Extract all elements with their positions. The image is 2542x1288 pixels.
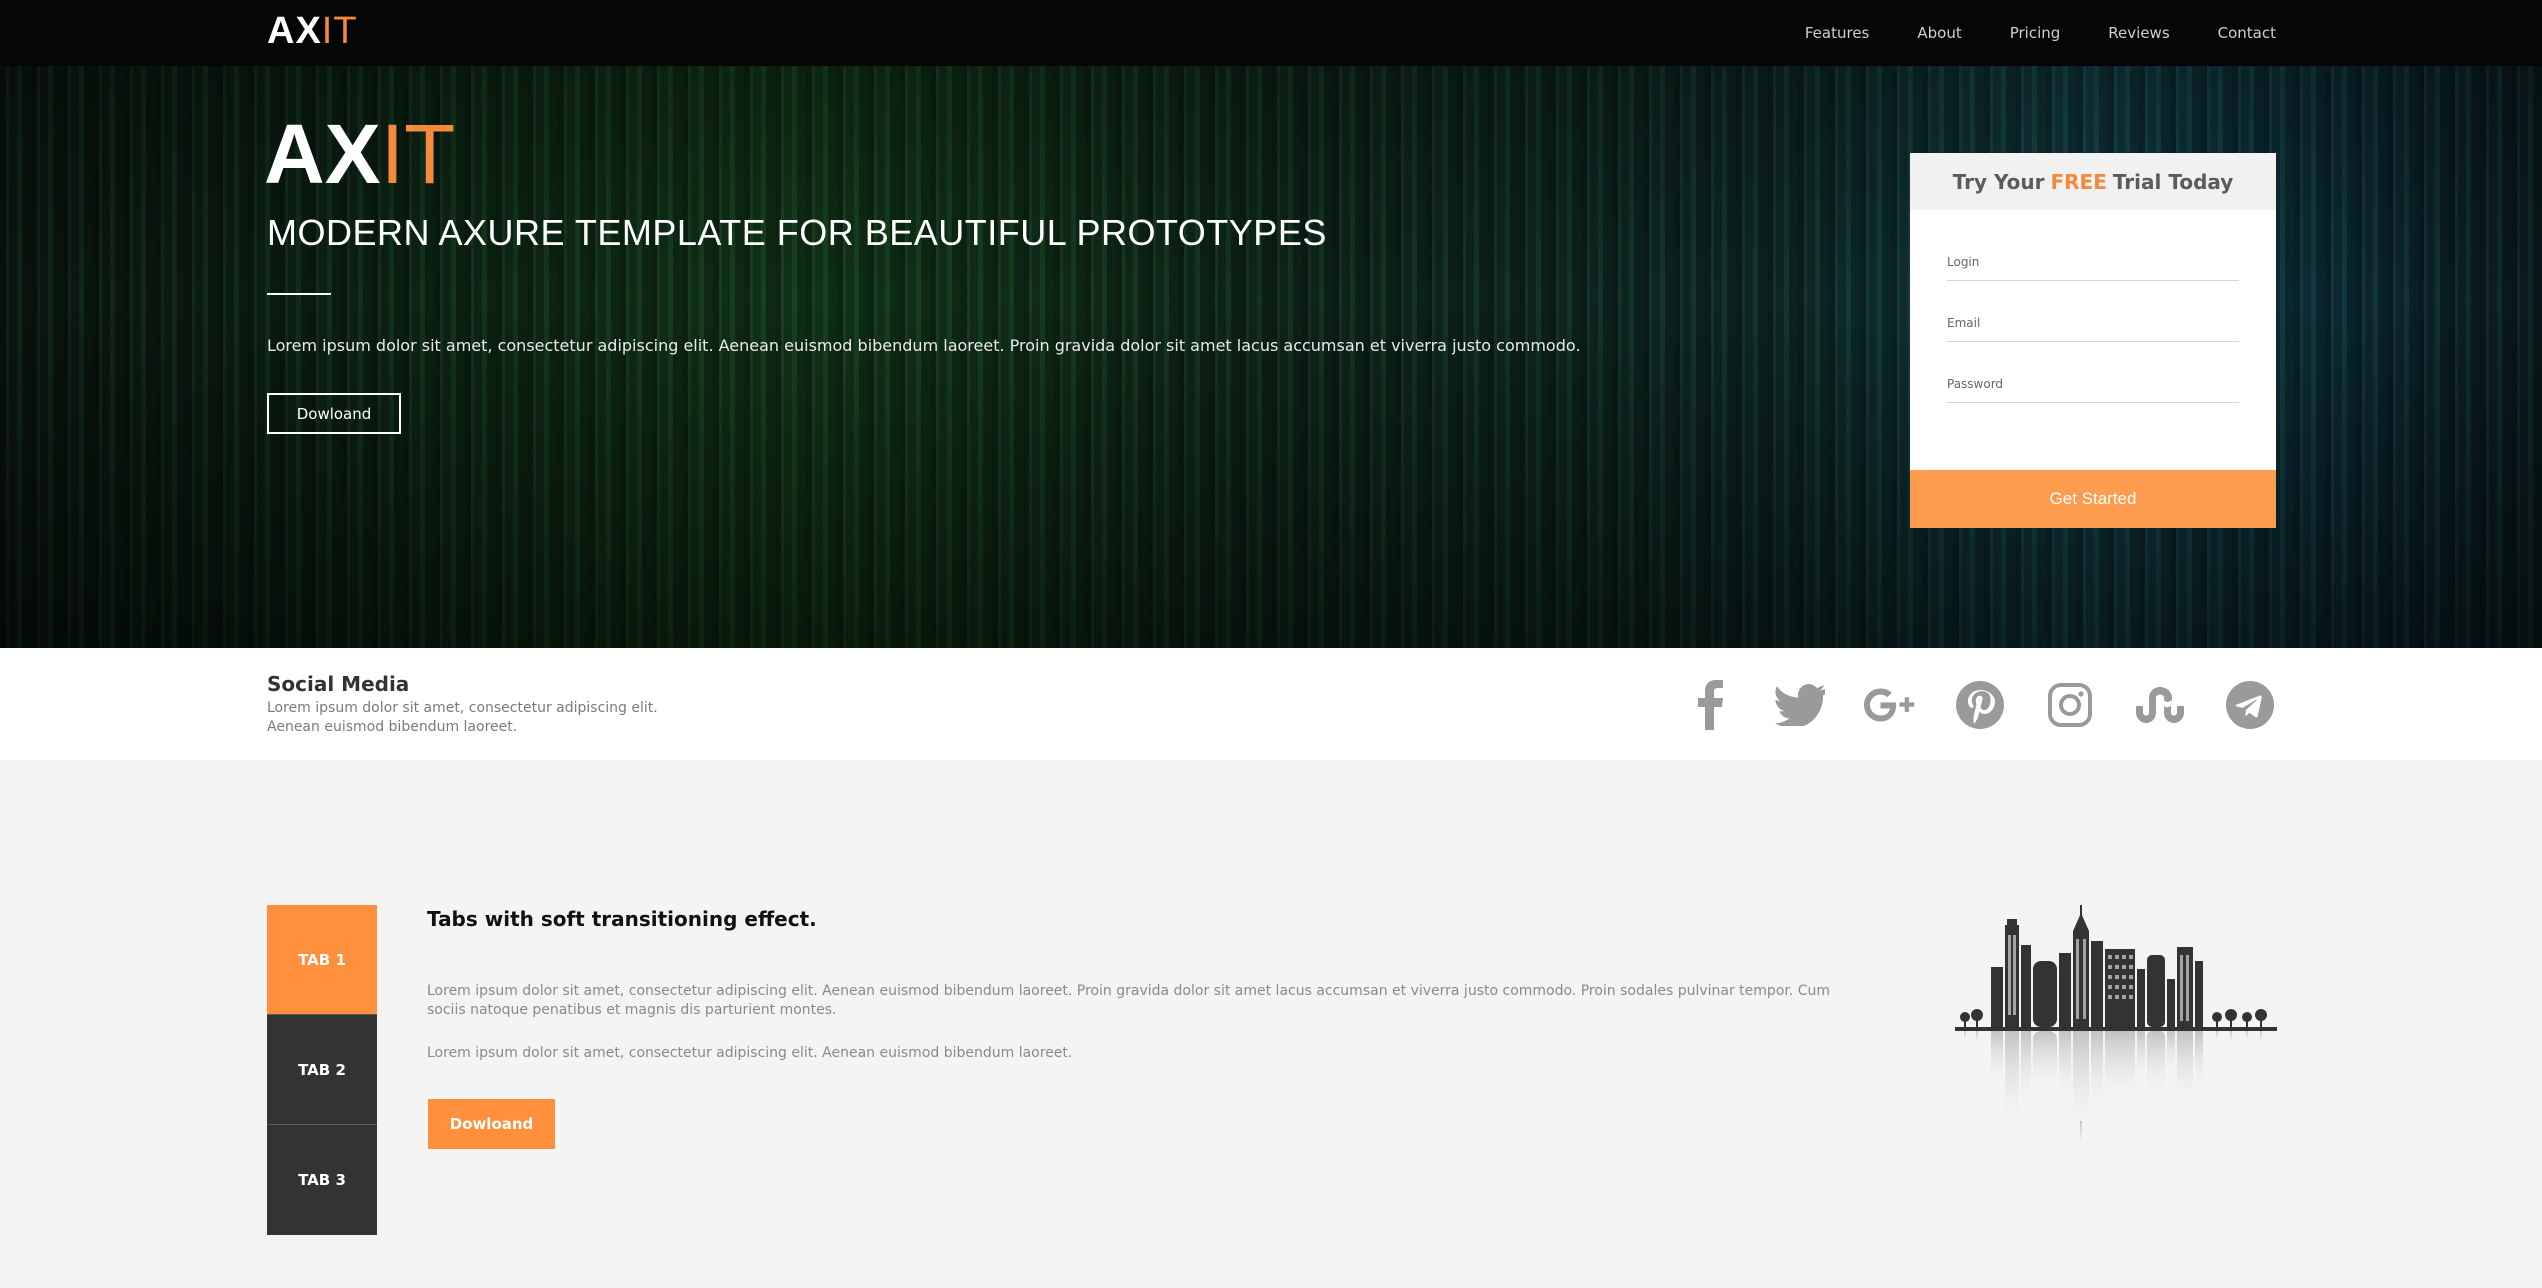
stumbleupon-icon[interactable] xyxy=(2134,679,2186,731)
email-input[interactable] xyxy=(1947,304,2239,341)
trial-heading-post: Trial Today xyxy=(2112,169,2234,194)
hero-text: Lorem ipsum dolor sit amet, consectetur … xyxy=(267,336,1581,355)
tab-content-paragraph-2: Lorem ipsum dolor sit amet, consectetur … xyxy=(427,1045,1073,1061)
hero-logo-it: IT xyxy=(380,107,456,201)
password-input[interactable] xyxy=(1947,365,2239,402)
tabs-list: TAB 1 TAB 2 TAB 3 xyxy=(267,905,377,1237)
hero-title: MODERN AXURE TEMPLATE FOR BEAUTIFUL PROT… xyxy=(267,212,1327,253)
tab-1[interactable]: TAB 1 xyxy=(267,905,377,1015)
social-media-section: Social Media Lorem ipsum dolor sit amet,… xyxy=(0,648,2542,760)
social-icons xyxy=(1684,679,2276,731)
google-plus-icon[interactable] xyxy=(1864,679,1916,731)
trial-heading: Try Your FREE Trial Today xyxy=(1910,153,2276,210)
nav-link-about[interactable]: About xyxy=(1917,24,1961,42)
get-started-button[interactable]: Get Started xyxy=(1910,470,2276,528)
top-navbar: AXIT Features About Pricing Reviews Cont… xyxy=(0,0,2542,66)
tab-2[interactable]: TAB 2 xyxy=(267,1015,377,1125)
tab-3[interactable]: TAB 3 xyxy=(267,1125,377,1235)
password-field-wrap xyxy=(1947,365,2239,403)
logo-ax: AX xyxy=(267,10,322,52)
email-field-wrap xyxy=(1947,304,2239,342)
trial-signup-card: Try Your FREE Trial Today Get Started xyxy=(1910,153,2276,528)
tab-content-title: Tabs with soft transitioning effect. xyxy=(427,907,817,931)
pinterest-icon[interactable] xyxy=(1954,679,2006,731)
tab-download-button[interactable]: Dowloand xyxy=(428,1099,555,1149)
hero-logo-ax: AX xyxy=(264,107,381,201)
tab-content-paragraph-1: Lorem ipsum dolor sit amet, consectetur … xyxy=(427,983,1831,1018)
nav-link-features[interactable]: Features xyxy=(1805,24,1870,42)
city-skyline-image xyxy=(1955,905,2277,1159)
social-desc-line-1: Lorem ipsum dolor sit amet, consectetur … xyxy=(267,700,658,716)
trial-heading-free: FREE xyxy=(2050,169,2107,194)
logo-it: IT xyxy=(321,10,358,52)
login-input[interactable] xyxy=(1947,243,2239,280)
nav-links: Features About Pricing Reviews Contact xyxy=(1757,0,2276,66)
login-field-wrap xyxy=(1947,243,2239,281)
social-title: Social Media xyxy=(267,672,410,696)
social-description: Lorem ipsum dolor sit amet, consectetur … xyxy=(267,699,687,737)
twitter-icon[interactable] xyxy=(1774,679,1826,731)
hero-download-button[interactable]: Dowloand xyxy=(267,393,401,434)
brand-logo[interactable]: AXIT xyxy=(267,10,358,53)
nav-link-reviews[interactable]: Reviews xyxy=(2108,24,2169,42)
hero-logo: AXIT xyxy=(264,106,455,203)
social-desc-line-2: Aenean euismod bibendum laoreet. xyxy=(267,719,518,735)
trial-heading-pre: Try Your xyxy=(1952,169,2045,194)
nav-link-pricing[interactable]: Pricing xyxy=(2010,24,2061,42)
facebook-icon[interactable] xyxy=(1684,679,1736,731)
instagram-icon[interactable] xyxy=(2044,679,2096,731)
hero-divider xyxy=(267,293,331,295)
telegram-icon[interactable] xyxy=(2224,679,2276,731)
nav-link-contact[interactable]: Contact xyxy=(2218,24,2276,42)
